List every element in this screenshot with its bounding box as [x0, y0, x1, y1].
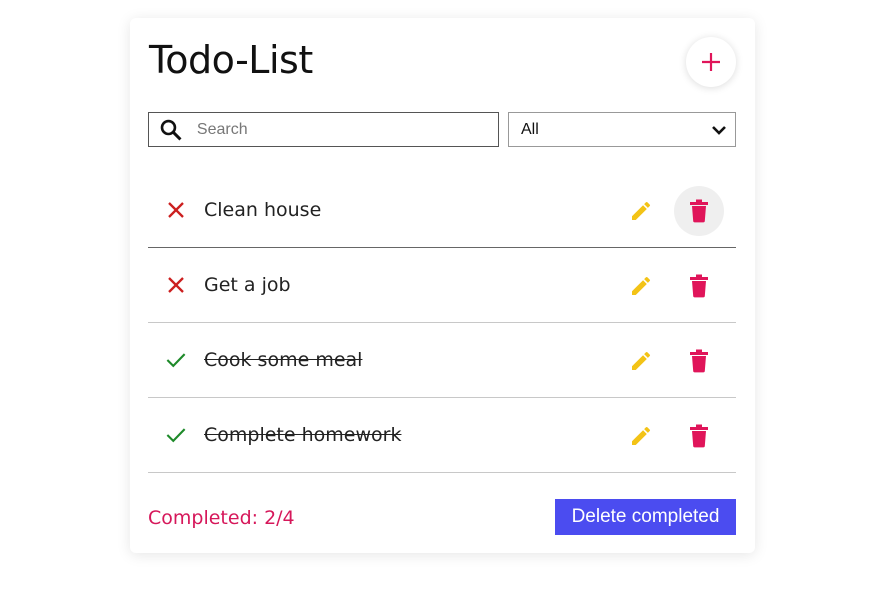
edit-todo-button[interactable] — [628, 273, 654, 299]
x-icon — [168, 277, 184, 293]
pencil-icon — [632, 276, 651, 295]
todo-text: Cook some meal — [204, 349, 363, 371]
completed-count: Completed: 2/4 — [148, 507, 295, 529]
filter-select[interactable]: All — [508, 112, 736, 147]
trash-icon — [690, 424, 708, 448]
filter-selected-value: All — [521, 120, 539, 138]
x-icon — [168, 202, 184, 218]
toggle-complete-button[interactable] — [166, 350, 186, 370]
pencil-icon — [632, 426, 651, 445]
trash-icon — [690, 349, 708, 373]
trash-icon — [690, 274, 708, 298]
todo-text: Clean house — [204, 199, 322, 221]
search-icon — [160, 119, 182, 141]
delete-todo-button[interactable] — [674, 411, 724, 461]
toggle-complete-button[interactable] — [166, 200, 186, 220]
delete-todo-button[interactable] — [674, 186, 724, 236]
todo-item: Clean house — [148, 173, 736, 248]
todo-item: Complete homework — [148, 398, 736, 473]
pencil-icon — [632, 351, 651, 370]
check-icon — [166, 353, 186, 368]
chevron-down-icon — [712, 125, 726, 135]
todo-list: Clean house Get a job Cook some meal Com… — [148, 173, 736, 473]
trash-icon — [690, 199, 708, 223]
todo-card: Todo-List All Clean house — [130, 18, 755, 553]
todo-item: Get a job — [148, 248, 736, 323]
plus-icon — [702, 53, 720, 71]
delete-completed-button[interactable]: Delete completed — [555, 499, 736, 535]
search-field[interactable] — [148, 112, 499, 147]
add-todo-button[interactable] — [686, 37, 736, 87]
toggle-complete-button[interactable] — [166, 275, 186, 295]
delete-todo-button[interactable] — [674, 336, 724, 386]
search-input[interactable] — [194, 119, 498, 140]
check-icon — [166, 428, 186, 443]
todo-text: Complete homework — [204, 424, 402, 446]
toggle-complete-button[interactable] — [166, 425, 186, 445]
edit-todo-button[interactable] — [628, 423, 654, 449]
pencil-icon — [632, 201, 651, 220]
delete-todo-button[interactable] — [674, 261, 724, 311]
todo-text: Get a job — [204, 274, 291, 296]
edit-todo-button[interactable] — [628, 198, 654, 224]
page-title: Todo-List — [149, 38, 313, 82]
todo-item: Cook some meal — [148, 323, 736, 398]
edit-todo-button[interactable] — [628, 348, 654, 374]
